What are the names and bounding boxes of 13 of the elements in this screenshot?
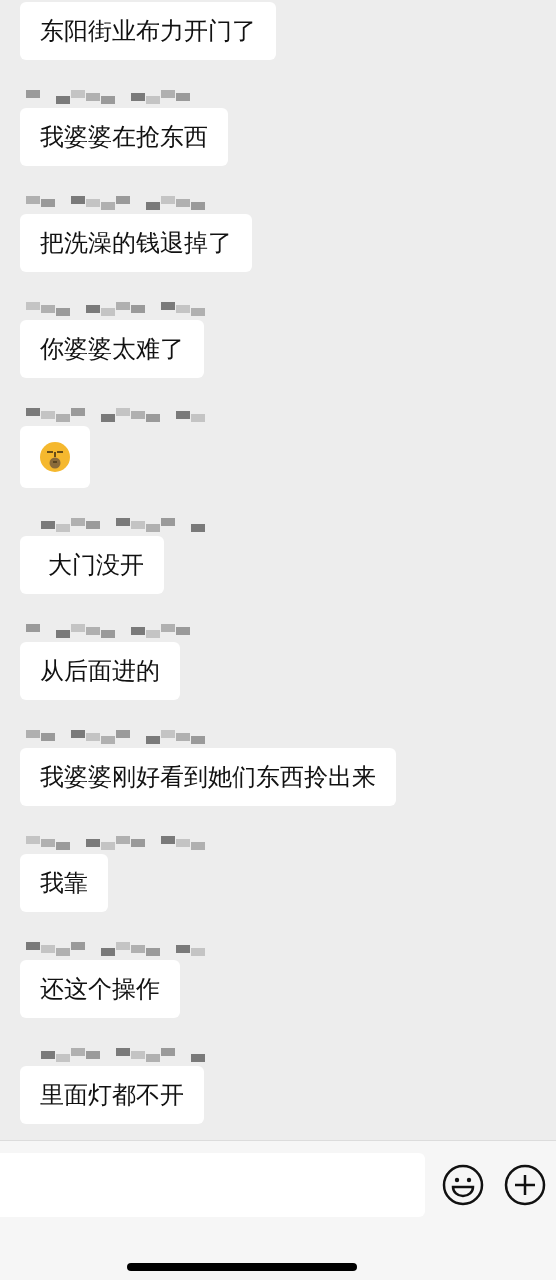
smiley-icon[interactable] (442, 1164, 484, 1206)
sleepy-face-icon (39, 441, 71, 473)
message-bubble: 大门没开 (20, 536, 164, 594)
message-bubble: 从后面进的 (20, 642, 180, 700)
message-bubble: 我婆婆在抢东西 (20, 108, 228, 166)
message-bubble: 我靠 (20, 854, 108, 912)
message-bubble: 东阳街业布力开门了 (20, 2, 276, 60)
message-bubble: 把洗澡的钱退掉了 (20, 214, 252, 272)
message-bubble: 你婆婆太难了 (20, 320, 204, 378)
message-bubble: 还这个操作 (20, 960, 180, 1018)
plus-icon[interactable] (504, 1164, 546, 1206)
message-bubble: 我婆婆刚好看到她们东西拎出来 (20, 748, 396, 806)
message-bubble: 里面灯都不开 (20, 1066, 204, 1124)
